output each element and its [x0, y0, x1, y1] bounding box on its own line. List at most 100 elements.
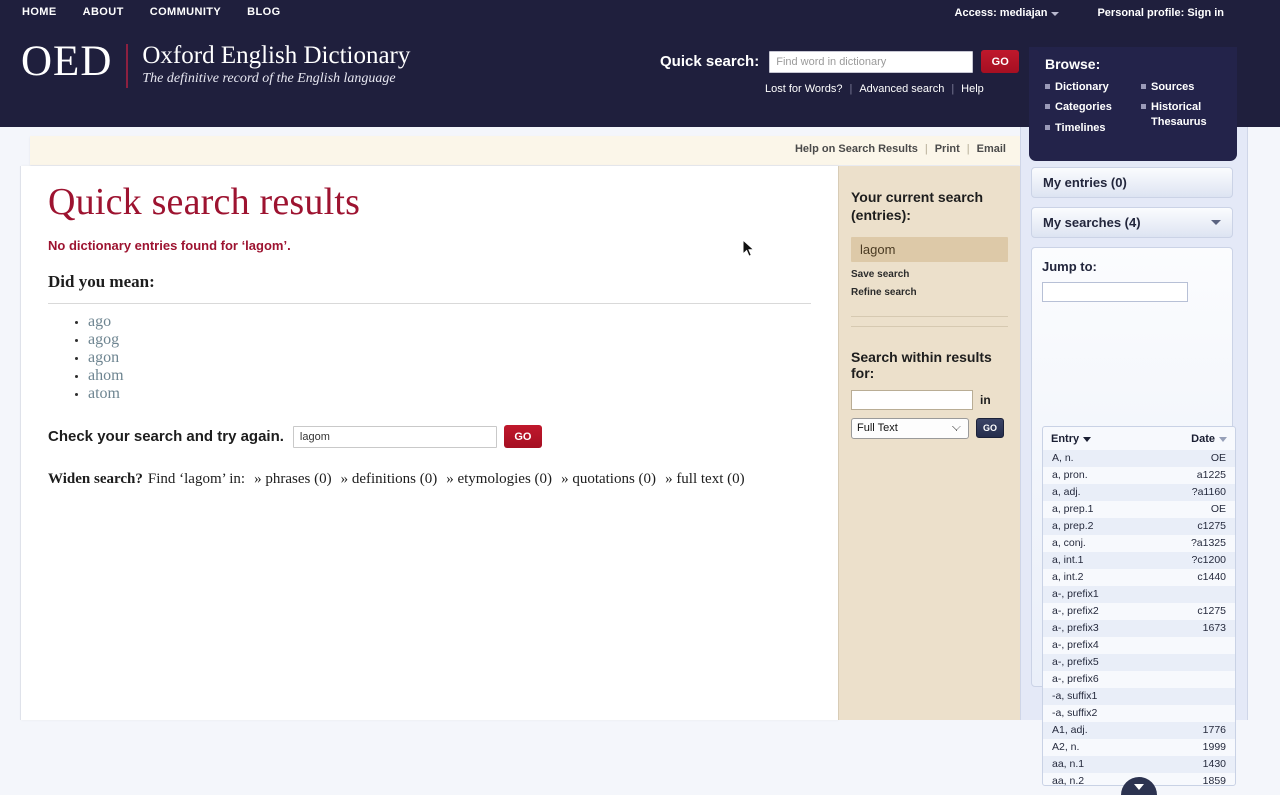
browse-item-label: Historical Thesaurus: [1151, 101, 1207, 128]
nav-item-about[interactable]: ABOUT: [83, 4, 124, 20]
entry-row[interactable]: A1, adj. 1776: [1043, 722, 1235, 739]
entry-row[interactable]: a, adj. ?a1160: [1043, 484, 1235, 501]
bullet-icon: [1045, 124, 1050, 130]
oed-logo[interactable]: OED Oxford English Dictionary The defini…: [21, 40, 410, 88]
entry-row[interactable]: a-, prefix3 1673: [1043, 620, 1235, 637]
bullet-icon: [1045, 104, 1050, 110]
entry-name: aa, n.2: [1052, 775, 1085, 787]
entry-row[interactable]: a-, prefix5: [1043, 654, 1235, 671]
sign-in-link[interactable]: Sign in: [1187, 7, 1224, 19]
entry-list: A, n. OE a, pron. a1225 a, adj. ?a1160 a, prep…: [1043, 450, 1235, 790]
entry-date: OE: [1210, 452, 1226, 464]
entry-name: A2, n.: [1052, 741, 1080, 753]
widen-search-row: Widen search? Find ‘lagom’ in: » phrases…: [48, 471, 838, 488]
entry-column-sort[interactable]: Entry: [1051, 433, 1092, 445]
results-toolbar: Help on Search Results | Print | Email: [30, 136, 1020, 165]
email-link[interactable]: Email: [977, 143, 1006, 155]
entry-row[interactable]: a-, prefix6: [1043, 671, 1235, 688]
entry-row[interactable]: a-, prefix4: [1043, 637, 1235, 654]
retry-go-button[interactable]: GO: [503, 425, 542, 448]
widen-option-full-text[interactable]: » full text (0): [665, 471, 745, 488]
entry-row[interactable]: a, int.1 ?c1200: [1043, 552, 1235, 569]
entry-date: c1440: [1197, 571, 1226, 583]
widen-option-definitions[interactable]: » definitions (0): [341, 471, 438, 488]
link-separator: |: [951, 83, 955, 95]
browse-item-sources[interactable]: Sources: [1141, 80, 1237, 94]
entry-date: 1776: [1202, 724, 1226, 736]
entry-date: ?a1325: [1190, 537, 1226, 549]
help-on-search-results-link[interactable]: Help on Search Results: [795, 143, 918, 155]
browse-item-dictionary[interactable]: Dictionary: [1045, 80, 1141, 94]
right-sidebar: My entries (0) My searches (4) Jump to: …: [1020, 127, 1248, 795]
my-searches-label: My searches (4): [1043, 215, 1141, 230]
access-selector[interactable]: Access: mediajan: [955, 7, 1060, 19]
search-within-input[interactable]: [851, 389, 973, 410]
widen-option-phrases[interactable]: » phrases (0): [254, 471, 331, 488]
quick-search-go-button[interactable]: GO: [981, 50, 1020, 73]
advanced-search-link[interactable]: Advanced search: [859, 83, 944, 95]
entry-row[interactable]: -a, suffix1: [1043, 688, 1235, 705]
suggestion-link[interactable]: agog: [88, 331, 119, 348]
retry-search-input[interactable]: [292, 425, 497, 448]
sort-descending-icon: [1219, 436, 1227, 442]
entry-row[interactable]: -a, suffix2: [1043, 705, 1235, 722]
entry-row[interactable]: a, conj. ?a1325: [1043, 535, 1235, 552]
entry-row[interactable]: a, prep.1 OE: [1043, 501, 1235, 518]
list-item: ago: [88, 313, 838, 331]
account-bar: Access: mediajan Personal profile: Sign …: [955, 7, 1224, 19]
search-within-go-button[interactable]: GO: [976, 418, 1004, 439]
toolbar-separator: |: [924, 143, 928, 155]
lost-for-words-link[interactable]: Lost for Words?: [765, 83, 842, 95]
quick-search-label: Quick search:: [660, 53, 760, 70]
browse-item-timelines[interactable]: Timelines: [1045, 121, 1141, 135]
entry-row[interactable]: A2, n. 1999: [1043, 739, 1235, 756]
browse-item-categories[interactable]: Categories: [1045, 100, 1141, 114]
date-column-sort[interactable]: Date: [1191, 433, 1227, 445]
divider: [851, 325, 1008, 327]
search-within-title: Search within results for:: [851, 348, 992, 381]
help-link[interactable]: Help: [961, 83, 984, 95]
entry-row[interactable]: a, prep.2 c1275: [1043, 518, 1235, 535]
suggestion-link[interactable]: atom: [88, 385, 120, 402]
save-search-link[interactable]: Save search: [851, 269, 1008, 280]
suggestion-link[interactable]: ago: [88, 313, 111, 330]
widen-option-quotations[interactable]: » quotations (0): [561, 471, 656, 488]
widen-option-etymologies[interactable]: » etymologies (0): [446, 471, 552, 488]
suggestion-list: ago agog agon ahom atom: [48, 313, 838, 403]
entry-row[interactable]: a-, prefix1: [1043, 586, 1235, 603]
jump-to-input[interactable]: [1042, 282, 1188, 302]
entry-date: 1673: [1202, 622, 1226, 634]
my-searches-button[interactable]: My searches (4): [1031, 207, 1233, 238]
entry-row[interactable]: aa, n.1 1430: [1043, 756, 1235, 773]
refine-search-link[interactable]: Refine search: [851, 287, 1008, 298]
list-item: agog: [88, 331, 838, 349]
entry-date: ?a1160: [1191, 486, 1226, 498]
suggestion-link[interactable]: ahom: [88, 367, 124, 384]
entry-list-header: Entry Date: [1043, 427, 1235, 450]
entry-name: a, int.2: [1052, 571, 1084, 583]
quick-search-input[interactable]: [769, 50, 974, 73]
nav-item-blog[interactable]: BLOG: [247, 4, 280, 20]
nav-item-home[interactable]: HOME: [22, 4, 57, 20]
nav-item-community[interactable]: COMMUNITY: [150, 4, 221, 20]
entry-row[interactable]: a-, prefix2 c1275: [1043, 603, 1235, 620]
entry-name: a, pron.: [1052, 469, 1088, 481]
entry-date: a1225: [1196, 469, 1226, 481]
entry-row[interactable]: a, pron. a1225: [1043, 467, 1235, 484]
entry-date: 1430: [1202, 758, 1226, 770]
search-scope-select[interactable]: Full Text: [851, 417, 969, 439]
list-item: atom: [88, 385, 838, 403]
entry-name: a, int.1: [1052, 554, 1084, 566]
entry-row[interactable]: A, n. OE: [1043, 450, 1235, 467]
bullet-icon: [1141, 84, 1146, 89]
entry-row[interactable]: a, int.2 c1440: [1043, 569, 1235, 586]
current-search-title: Your current search (entries):: [851, 189, 984, 224]
suggestion-link[interactable]: agon: [88, 349, 119, 366]
entry-name: a-, prefix4: [1052, 639, 1099, 651]
list-item: ahom: [88, 367, 838, 385]
print-link[interactable]: Print: [935, 143, 960, 155]
browse-item-historical-thesaurus[interactable]: Historical Thesaurus: [1141, 100, 1237, 129]
quick-search-links: Lost for Words? | Advanced search | Help: [765, 83, 1019, 95]
my-entries-button[interactable]: My entries (0): [1031, 167, 1233, 198]
bullet-icon: [1045, 84, 1050, 89]
